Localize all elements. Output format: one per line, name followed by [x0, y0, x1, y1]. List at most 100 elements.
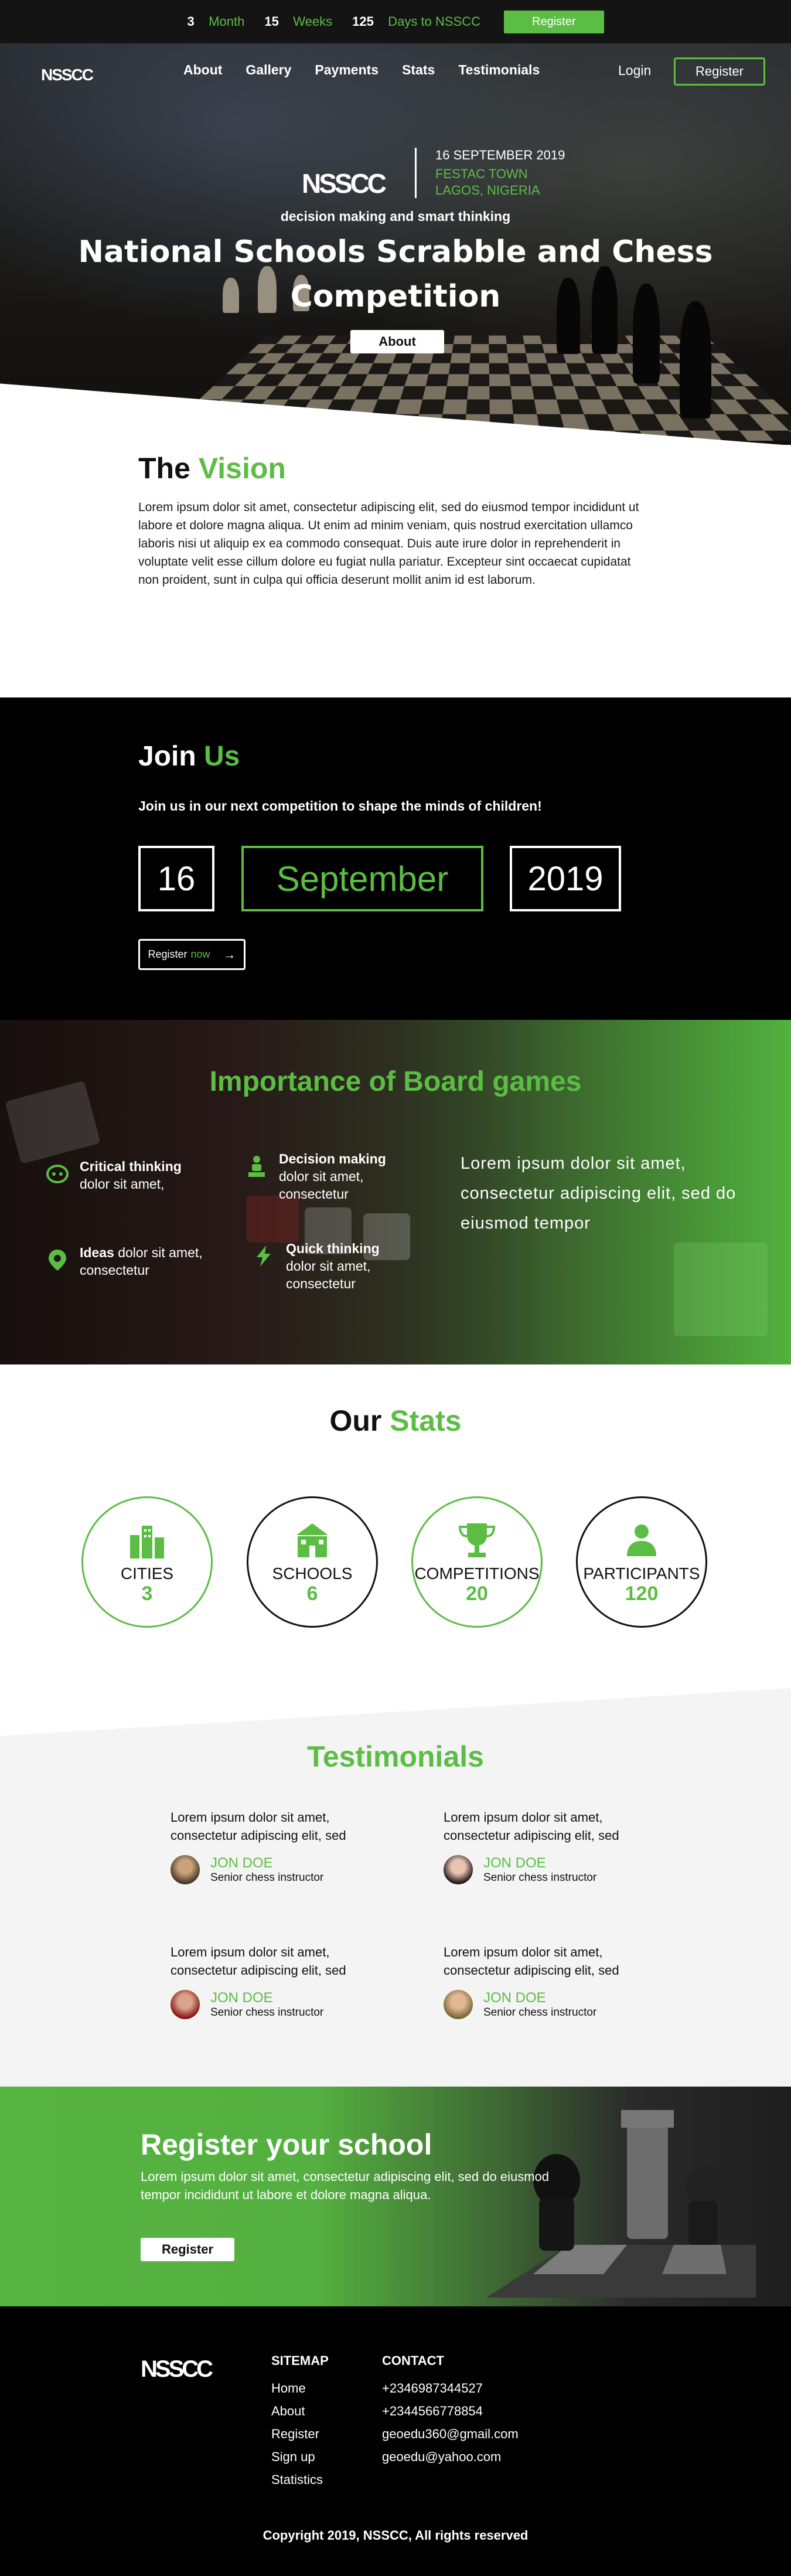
testimonial-text: Lorem ipsum dolor sit amet, consectetur … [444, 1945, 619, 1978]
testimonial-card: Lorem ipsum dolor sit amet, consectetur … [444, 1808, 643, 1884]
main-nav: NSSCC About Gallery Payments Stats Testi… [0, 43, 791, 102]
avatar [444, 1855, 473, 1884]
join-section: Join Us Join us in our next competition … [0, 697, 791, 1020]
event-location-line2: LAGOS, NIGERIA [435, 183, 540, 198]
copyright: Copyright 2019, NSSCC, All rights reserv… [262, 2528, 529, 2543]
contact-phone-1[interactable]: +2346987344527 [382, 2377, 519, 2400]
footer-link-register[interactable]: Register [271, 2422, 329, 2445]
contact-email-2[interactable]: geoedu@yahoo.com [382, 2445, 519, 2468]
avatar [171, 1855, 200, 1884]
importance-title: Importance of Board games [209, 1066, 582, 1097]
page: 3 Month 15 Weeks 125 Days to NSSCC Regis… [0, 0, 791, 2576]
countdown-months: 3 Month [187, 14, 245, 29]
testimonial-name: JON DOE [210, 1855, 273, 1871]
footer-link-home[interactable]: Home [271, 2377, 329, 2400]
feature-quick-thinking: Quick thinking dolor sit amet, consectetu… [252, 1240, 428, 1292]
stat-cities: CITIES 3 [81, 1496, 213, 1628]
importance-section: Importance of Board games Critical think… [0, 1020, 791, 1364]
feature-critical-thinking: Critical thinking dolor sit amet, [46, 1158, 233, 1193]
nav-gallery[interactable]: Gallery [246, 62, 291, 78]
login-link[interactable]: Login [618, 63, 651, 79]
stat-participants: PARTICIPANTS 120 [576, 1496, 707, 1628]
footer-sitemap: SITEMAP Home About Register Sign up Stat… [271, 2353, 329, 2491]
avatar [171, 1990, 200, 2019]
nav-payments[interactable]: Payments [315, 62, 379, 78]
date-month: September [241, 846, 483, 911]
stats-title: Our Stats [329, 1404, 462, 1437]
footer-link-about[interactable]: About [271, 2400, 329, 2422]
contact-phone-2[interactable]: +2344566778854 [382, 2400, 519, 2422]
participants-icon [627, 1524, 656, 1556]
date-year: 2019 [510, 846, 621, 911]
site-logo[interactable]: NSSCC [41, 66, 94, 84]
topbar-register-button[interactable]: Register [504, 10, 604, 33]
register-now-button[interactable]: Register now → [138, 939, 246, 970]
contact-email-1[interactable]: geoedu360@gmail.com [382, 2422, 519, 2445]
register-school-title: Register your school [141, 2128, 432, 2161]
testimonial-card: Lorem ipsum dolor sit amet, consectetur … [171, 1943, 370, 2019]
register-school-button[interactable]: Register [141, 2238, 234, 2261]
city-icon [130, 1526, 164, 1558]
register-school-section: Register your school Lorem ipsum dolor s… [0, 2087, 791, 2306]
feature-decision-making: Decision making dolor sit amet, consectet… [245, 1150, 421, 1203]
footer-link-statistics[interactable]: Statistics [271, 2468, 329, 2491]
lightbulb-icon [49, 1250, 66, 1271]
testimonial-role: Senior chess instructor [483, 2006, 597, 2019]
testimonial-text: Lorem ipsum dolor sit amet, consectetur … [171, 1945, 346, 1978]
join-title: Join Us [138, 741, 240, 772]
event-date: 16 SEPTEMBER 2019 [435, 148, 565, 162]
feature-ideas: Ideas dolor sit amet, consectetur [46, 1244, 239, 1279]
testimonial-card: Lorem ipsum dolor sit amet, consectetur … [444, 1943, 643, 2019]
stat-label: SCHOOLS [272, 1564, 353, 1583]
register-school-body: Lorem ipsum dolor sit amet, consectetur … [141, 2169, 550, 2202]
person-presenting-icon [248, 1156, 265, 1177]
testimonials-title: Testimonials [307, 1740, 484, 1773]
hero-logo: NSSCC [302, 168, 387, 199]
testimonial-role: Senior chess instructor [210, 1871, 324, 1884]
contact-title: CONTACT [382, 2353, 444, 2368]
stat-label: CITIES [120, 1564, 174, 1583]
trophy-icon [458, 1523, 496, 1557]
about-button[interactable]: About [350, 330, 444, 353]
testimonial-name: JON DOE [483, 1855, 546, 1871]
testimonial-role: Senior chess instructor [483, 1871, 597, 1884]
stat-value: 3 [141, 1583, 153, 1605]
event-info: 16 SEPTEMBER 2019 FESTAC TOWN LAGOS, NIG… [415, 148, 565, 198]
nav-about[interactable]: About [183, 62, 222, 78]
vision-body: Lorem ipsum dolor sit amet, consectetur … [138, 501, 639, 587]
testimonial-name: JON DOE [210, 1990, 273, 2006]
event-location-line1: FESTAC TOWN [435, 166, 528, 181]
hero-title: National Schools Scrabble and Chess Comp… [78, 234, 713, 314]
join-subtitle: Join us in our next competition to shape… [138, 798, 542, 814]
school-icon [296, 1523, 328, 1557]
footer-link-signup[interactable]: Sign up [271, 2445, 329, 2468]
countdown-bar: 3 Month 15 Weeks 125 Days to NSSCC Regis… [0, 0, 791, 43]
testimonial-text: Lorem ipsum dolor sit amet, consectetur … [444, 1810, 619, 1843]
stat-value: 20 [466, 1583, 488, 1605]
stat-schools: SCHOOLS 6 [247, 1496, 378, 1628]
countdown-weeks: 15 Weeks [264, 14, 333, 29]
footer: NSSCC SITEMAP Home About Register Sign u… [0, 2306, 791, 2576]
footer-contact: CONTACT +2346987344527 +2344566778854 ge… [382, 2353, 519, 2468]
testimonial-name: JON DOE [483, 1990, 546, 2006]
stat-competitions: COMPETITIONS 20 [411, 1496, 543, 1628]
testimonial-card: Lorem ipsum dolor sit amet, consectetur … [171, 1808, 370, 1884]
nav-register-button[interactable]: Register [674, 57, 765, 86]
stat-value: 6 [306, 1583, 318, 1605]
countdown-days: 125 Days to NSSCC [352, 14, 481, 29]
footer-logo[interactable]: NSSCC [141, 2356, 213, 2383]
hero: NSSCC About Gallery Payments Stats Testi… [0, 43, 791, 445]
nav-testimonials[interactable]: Testimonials [458, 62, 540, 78]
lightning-icon [257, 1246, 271, 1267]
testimonial-role: Senior chess instructor [210, 2006, 324, 2019]
brain-icon [46, 1165, 69, 1183]
hero-tagline: decision making and smart thinking [280, 209, 511, 224]
avatar [444, 1990, 473, 2019]
stat-value: 120 [625, 1583, 659, 1605]
nav-stats[interactable]: Stats [402, 62, 435, 78]
vision-title: The Vision [138, 452, 286, 485]
stat-label: PARTICIPANTS [583, 1564, 700, 1583]
vision-section: The Vision Lorem ipsum dolor sit amet, c… [138, 451, 654, 589]
date-day: 16 [138, 846, 214, 911]
arrow-right-icon: → [223, 947, 236, 962]
